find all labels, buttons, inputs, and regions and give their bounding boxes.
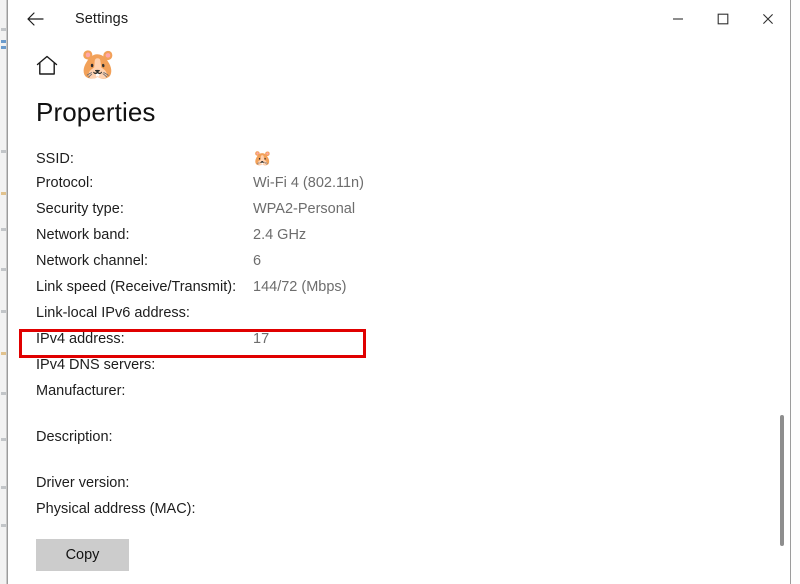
back-arrow-icon — [26, 11, 44, 26]
property-value: WPA2-Personal — [253, 201, 356, 217]
property-row: Protocol: Wi-Fi 4 (802.11n) — [8, 175, 790, 201]
background-fleck — [1, 192, 6, 195]
property-row: Network band: 2.4 GHz — [8, 227, 790, 253]
property-row: Description: — [8, 429, 790, 455]
property-row: Security type: WPA2-Personal — [8, 201, 790, 227]
property-row: Physical address (MAC): — [8, 501, 790, 527]
header-row: 🐹 — [8, 37, 790, 93]
property-label: Security type: — [36, 201, 124, 217]
scrollbar-thumb[interactable] — [780, 415, 784, 546]
property-row: Manufacturer: — [8, 383, 790, 409]
maximize-icon — [717, 13, 728, 24]
property-label: IPv4 address: — [36, 331, 125, 347]
property-row: SSID: 🐹 — [8, 149, 790, 175]
property-value: 17 — [253, 331, 270, 347]
property-label: SSID: — [36, 151, 74, 167]
property-row: Link speed (Receive/Transmit): 144/72 (Mb… — [8, 279, 790, 305]
window-title: Settings — [75, 10, 129, 27]
settings-window: Settings 🐹 Properties SSID: 🐹 Protocol: … — [7, 0, 791, 584]
property-row: Network channel: 6 — [8, 253, 790, 279]
property-value: Wi-Fi 4 (802.11n) — [253, 175, 364, 191]
property-row: Link-local IPv6 address: — [8, 305, 790, 331]
property-row: Driver version: — [8, 475, 790, 501]
property-value: 2.4 GHz — [253, 227, 307, 243]
background-fleck — [1, 438, 6, 441]
property-label: Description: — [36, 429, 113, 445]
copy-button[interactable]: Copy — [36, 539, 129, 571]
property-value-emoji: 🐹 — [253, 149, 272, 167]
background-fleck — [1, 524, 6, 527]
background-fleck — [1, 150, 6, 153]
background-fleck — [1, 310, 6, 313]
maximize-button[interactable] — [700, 0, 745, 37]
property-label: Driver version: — [36, 475, 130, 491]
background-window-sliver[interactable] — [0, 0, 7, 584]
window-controls — [655, 0, 790, 37]
property-value: 6 — [253, 253, 262, 269]
property-row: IPv4 DNS servers: — [8, 357, 790, 383]
back-button[interactable] — [14, 4, 56, 34]
page-title: Properties — [36, 97, 156, 127]
background-fleck — [1, 228, 6, 231]
property-row: IPv4 address: 17 — [8, 331, 790, 357]
background-fleck — [1, 46, 6, 49]
property-label: Network channel: — [36, 253, 149, 269]
background-fleck — [1, 392, 6, 395]
property-label: Protocol: — [36, 175, 94, 191]
minimize-button[interactable] — [655, 0, 700, 37]
home-button[interactable] — [30, 48, 64, 82]
property-label: Link-local IPv6 address: — [36, 305, 190, 321]
property-label: Network band: — [36, 227, 130, 243]
network-emoji-icon: 🐹 — [79, 47, 117, 82]
property-label: IPv4 DNS servers: — [36, 357, 156, 373]
property-value: 144/72 (Mbps) — [253, 279, 347, 295]
minimize-icon — [672, 17, 683, 20]
background-fleck — [1, 28, 6, 31]
background-fleck — [1, 40, 6, 43]
background-fleck — [1, 486, 6, 489]
property-label: Manufacturer: — [36, 383, 126, 399]
home-icon — [36, 55, 58, 75]
property-label: Physical address (MAC): — [36, 501, 196, 517]
property-label: Link speed (Receive/Transmit): — [36, 279, 237, 295]
content-scrollbar[interactable] — [776, 37, 788, 584]
title-bar: Settings — [8, 0, 790, 37]
desktop-backdrop: Settings 🐹 Properties SSID: 🐹 Protocol: … — [0, 0, 800, 584]
close-icon — [762, 13, 773, 24]
background-fleck — [1, 268, 6, 271]
property-list: SSID: 🐹 Protocol: Wi-Fi 4 (802.11n) Security… — [8, 149, 790, 527]
background-fleck — [1, 352, 6, 355]
close-button[interactable] — [745, 0, 790, 37]
